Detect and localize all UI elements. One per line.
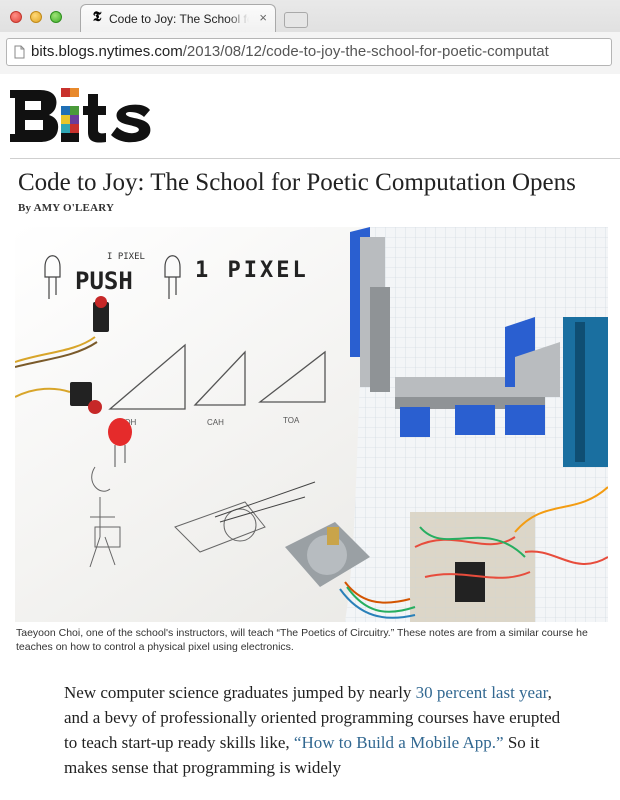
address-bar[interactable]: bits.blogs.nytimes.com/2013/08/12/code-t… — [6, 38, 612, 66]
url-path: /2013/08/12/code-to-joy-the-school-for-p… — [182, 43, 549, 60]
body-text-part-1: New computer science graduates jumped by… — [64, 683, 416, 702]
photo-illustration: I PIXEL PUSH 1 PIXEL SOH CAH TOA — [15, 227, 608, 622]
article-headline: Code to Joy: The School for Poetic Compu… — [18, 169, 576, 196]
nyt-t-icon: 𝕿 — [92, 10, 102, 25]
sketch-text-small: I PIXEL — [107, 252, 145, 262]
new-tab-button[interactable] — [284, 12, 308, 28]
photo-caption: Taeyoon Choi, one of the school's instru… — [16, 627, 588, 653]
byline[interactable]: By AMY O'LEARY — [18, 202, 114, 214]
page-content: Code to Joy: The School for Poetic Compu… — [0, 74, 620, 800]
page-icon — [14, 45, 25, 59]
header-divider — [10, 158, 620, 159]
zoom-window-button[interactable] — [50, 11, 62, 23]
toolbar: bits.blogs.nytimes.com/2013/08/12/code-t… — [0, 32, 620, 74]
close-window-button[interactable] — [10, 11, 22, 23]
url-text[interactable]: bits.blogs.nytimes.com/2013/08/12/code-t… — [31, 43, 606, 60]
link-how-to-build-mobile-app[interactable]: “How to Build a Mobile App.” — [294, 733, 504, 752]
tab-close-icon[interactable]: × — [259, 11, 267, 25]
sketch-text-pixel: 1 PIXEL — [195, 258, 309, 283]
sketch-label-toa: TOA — [283, 416, 300, 425]
article-body-paragraph: New computer science graduates jumped by… — [64, 680, 564, 780]
link-30-percent[interactable]: 30 percent last year — [416, 683, 548, 702]
article-photo: I PIXEL PUSH 1 PIXEL SOH CAH TOA — [15, 227, 608, 622]
window-controls — [10, 11, 62, 23]
browser-tab[interactable]: 𝕿 Code to Joy: The School for Poetic Com… — [80, 4, 276, 32]
url-host: bits.blogs.nytimes.com — [31, 43, 183, 60]
tab-title: Code to Joy: The School for Poetic Compu… — [109, 12, 249, 26]
browser-chrome: 𝕿 Code to Joy: The School for Poetic Com… — [0, 0, 620, 74]
sketch-text-push: PUSH — [75, 267, 133, 295]
bits-logo[interactable] — [10, 86, 152, 144]
sketch-label-cah: CAH — [207, 418, 224, 427]
minimize-window-button[interactable] — [30, 11, 42, 23]
